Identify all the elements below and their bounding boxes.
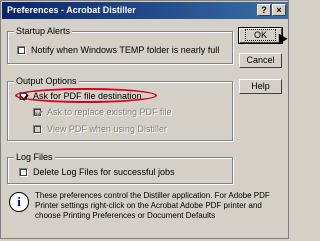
help-button[interactable]: Help <box>239 79 282 94</box>
startup-alerts-label: Startup Alerts <box>14 26 73 36</box>
delete-logs-label: Delete Log Files for successful jobs <box>33 167 175 177</box>
notify-temp-label: Notify when Windows TEMP folder is nearl… <box>31 45 220 55</box>
info-icon: i <box>9 192 29 212</box>
delete-logs-row[interactable]: Delete Log Files for successful jobs <box>19 167 175 177</box>
log-files-label: Log Files <box>14 152 55 162</box>
ask-replace-row: Ask to replace existing PDF file <box>33 107 172 117</box>
view-pdf-row: View PDF when using Distiller <box>33 124 167 134</box>
cancel-button[interactable]: Cancel <box>239 53 282 68</box>
ok-button-label: OK <box>244 29 276 41</box>
title-bar[interactable]: Preferences - Acrobat Distiller ? × <box>2 2 288 19</box>
highlight-ellipse <box>15 88 157 103</box>
ask-replace-label: Ask to replace existing PDF file <box>47 107 172 117</box>
delete-logs-checkbox[interactable] <box>19 167 28 177</box>
notify-temp-row[interactable]: Notify when Windows TEMP folder is nearl… <box>17 45 219 55</box>
help-title-button[interactable]: ? <box>257 4 271 16</box>
notify-temp-checkbox[interactable] <box>17 45 26 55</box>
output-options-label: Output Options <box>14 76 79 86</box>
window-title: Preferences - Acrobat Distiller <box>7 5 136 15</box>
ask-replace-checkbox <box>33 107 42 117</box>
view-pdf-checkbox <box>33 124 42 134</box>
view-pdf-label: View PDF when using Distiller <box>47 124 167 134</box>
close-button[interactable]: × <box>272 4 286 16</box>
info-text: These preferences control the Distiller … <box>35 191 270 220</box>
preferences-dialog: Preferences - Acrobat Distiller ? × Star… <box>0 0 289 239</box>
